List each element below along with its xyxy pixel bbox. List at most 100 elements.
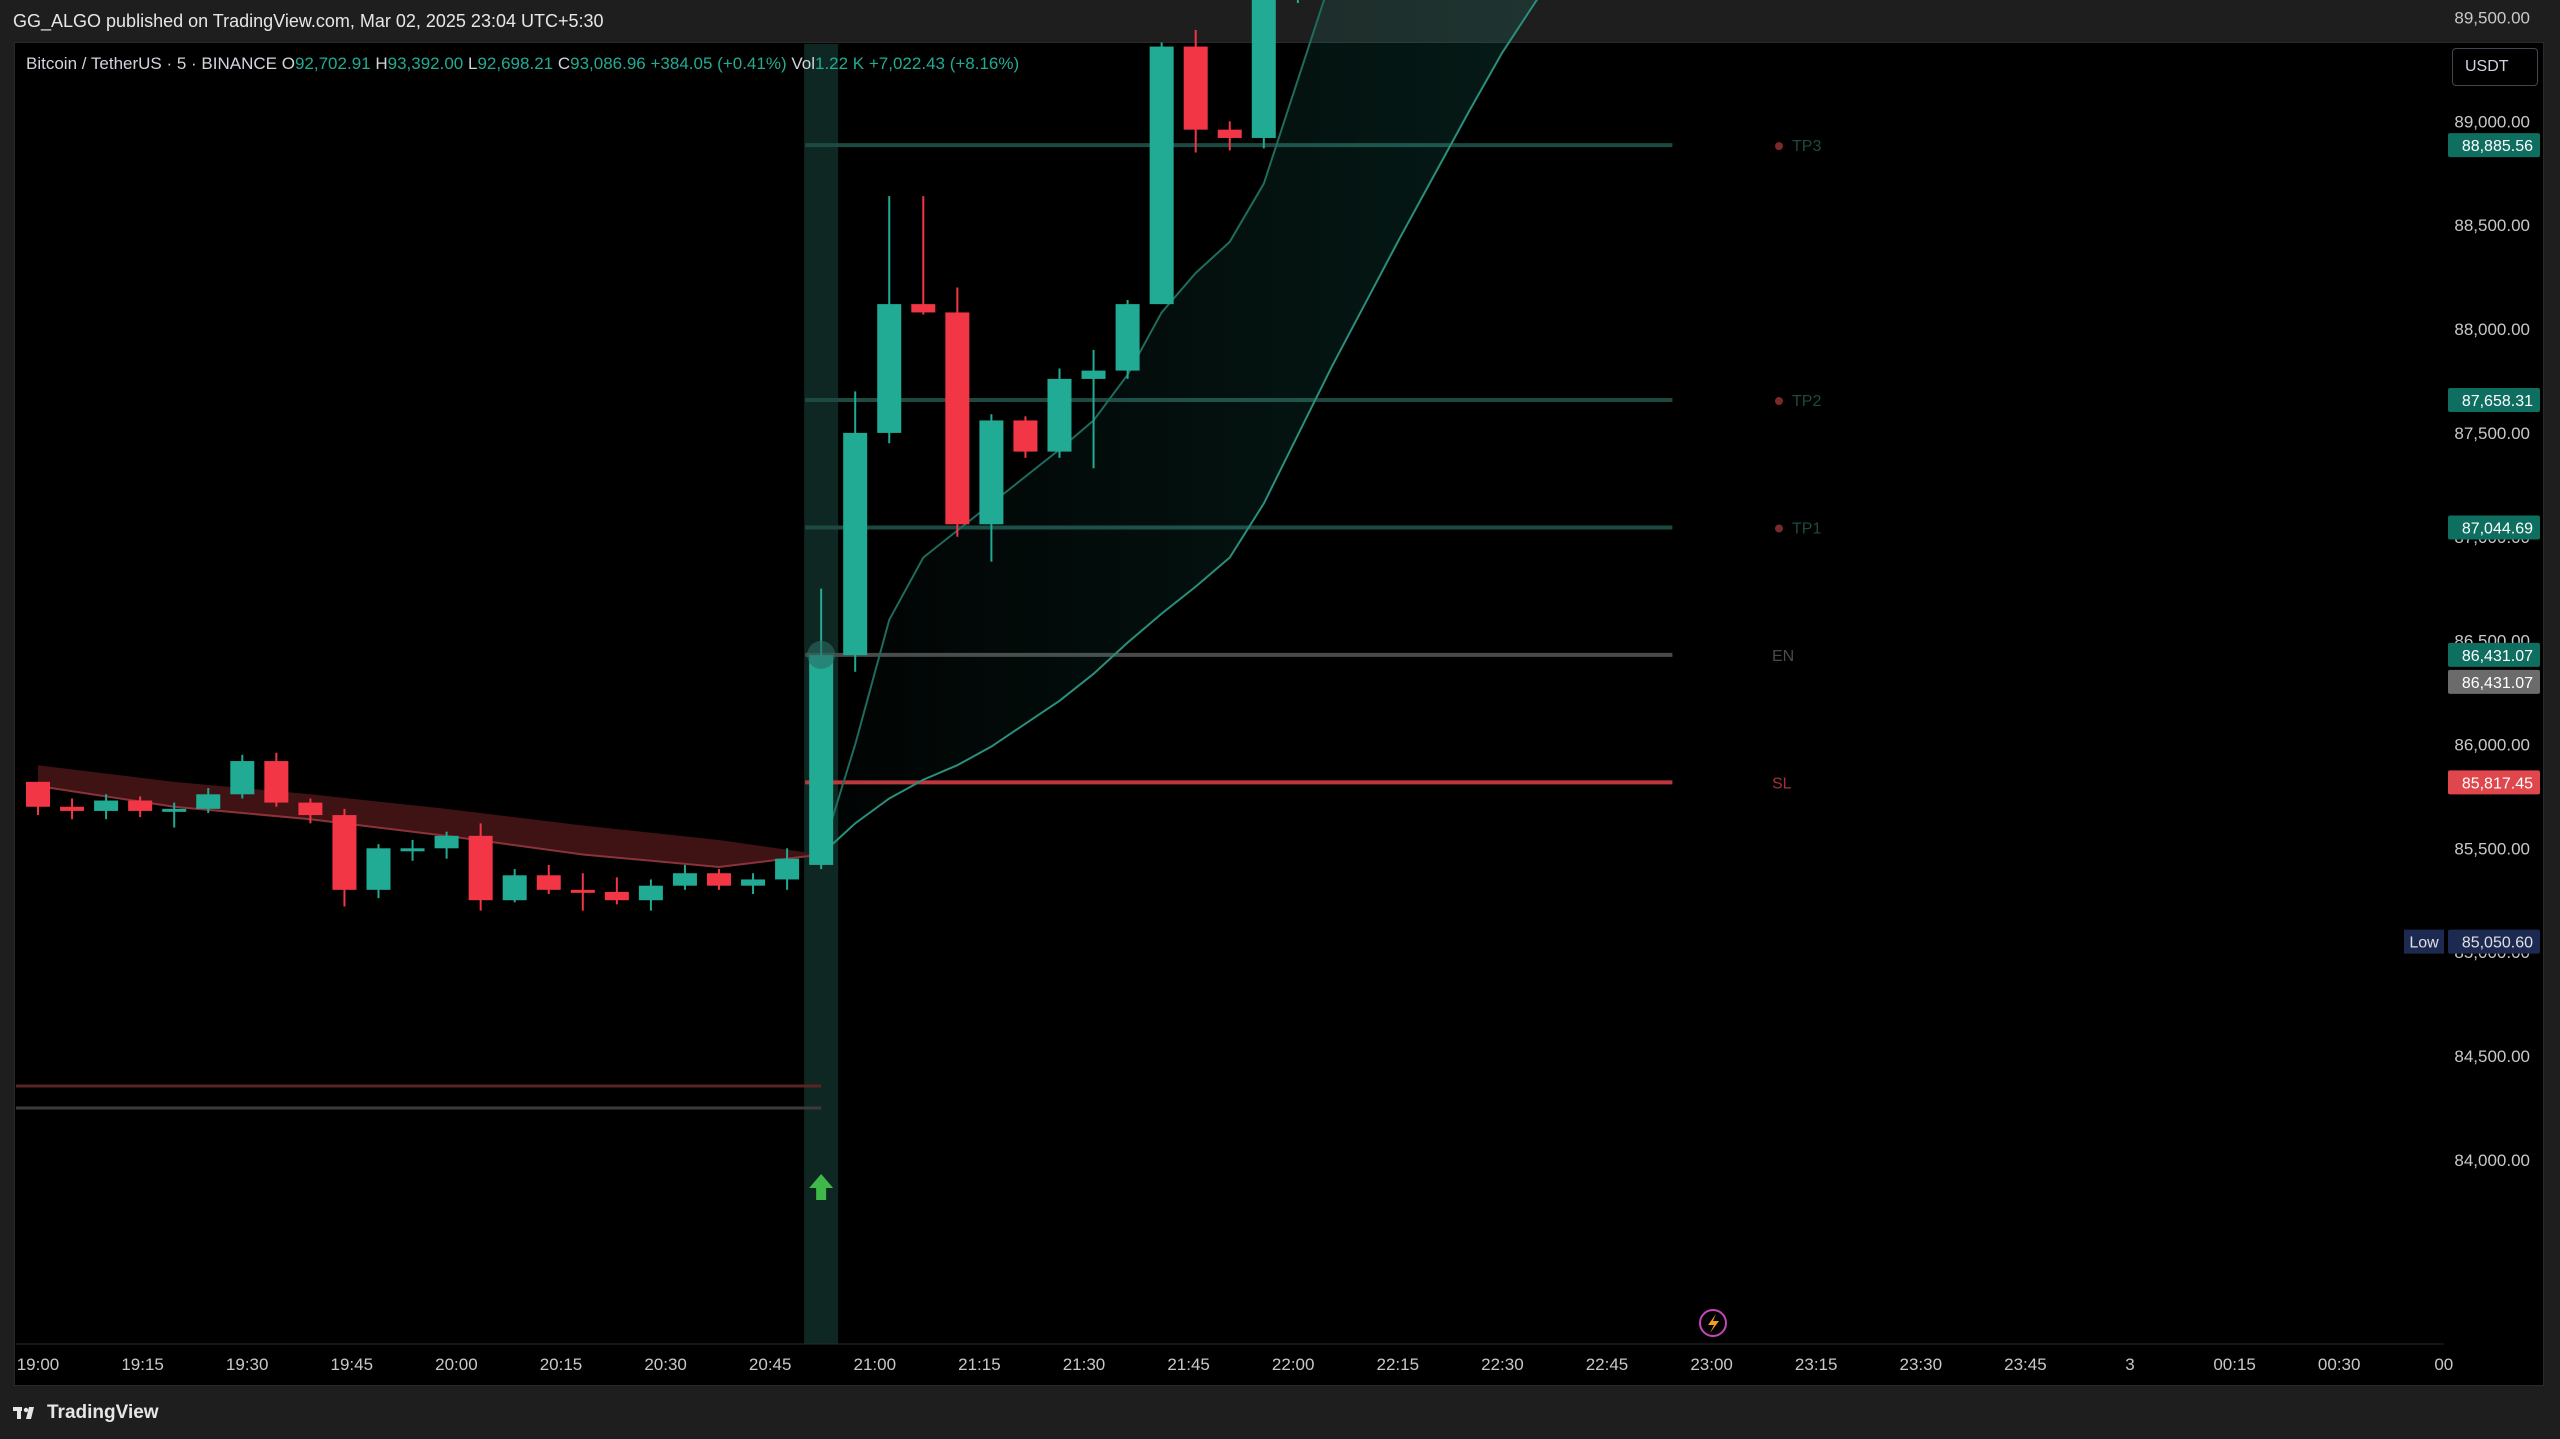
brand-name: TradingView	[47, 1402, 159, 1423]
tradingview-logo[interactable]: TradingView	[13, 1402, 159, 1424]
open-value: 92,702.91	[294, 54, 371, 73]
entry-point-marker	[807, 640, 836, 669]
candle-body	[1115, 304, 1140, 371]
level-tag-tp3: 88,885.56	[2462, 138, 2533, 155]
candle-body	[94, 800, 119, 811]
level-marker-icon	[1775, 142, 1783, 151]
candle-body	[809, 655, 834, 865]
time-axis-label: 23:30	[1900, 1355, 1943, 1374]
time-axis-label: 23:45	[2004, 1355, 2047, 1374]
candle-body	[298, 802, 323, 816]
candle-body	[1217, 129, 1242, 138]
time-axis-label: 20:30	[644, 1355, 687, 1374]
close-label: C	[557, 54, 571, 73]
bearish-ribbon	[38, 765, 822, 867]
time-axis-label: 23:00	[1690, 1355, 1733, 1374]
candle-body	[604, 891, 629, 901]
candle-body	[230, 761, 255, 795]
level-label-tp2: TP2	[1792, 393, 1821, 410]
currency-selector[interactable]: USDT	[2452, 48, 2538, 86]
candle-body	[945, 312, 970, 525]
level-marker-icon	[1775, 397, 1783, 406]
close-value: 93,086.96	[570, 54, 646, 73]
time-axis-label: 20:00	[435, 1355, 478, 1374]
ohlc-legend: Bitcoin / TetherUS · 5 · BINANCE O92,702…	[26, 54, 1019, 74]
candle-body	[843, 432, 868, 656]
candle-body	[26, 781, 50, 807]
time-axis-label: 22:00	[1272, 1355, 1315, 1374]
candle-body	[196, 794, 221, 809]
candle-body	[672, 873, 697, 886]
time-axis-label: 20:15	[540, 1355, 583, 1374]
level-tag-en: 86,431.07	[2462, 648, 2533, 665]
price-axis-label: 84,500.00	[2454, 1047, 2530, 1066]
volume-change: +7,022.43 (+8.16%)	[868, 54, 1020, 73]
time-axis-label: 00:15	[2213, 1355, 2256, 1374]
candle-body	[1183, 46, 1208, 130]
candle-body	[707, 873, 731, 886]
price-axis-label: 85,500.00	[2454, 839, 2530, 858]
low-label: Low	[2409, 935, 2439, 952]
time-axis-label: 20:45	[749, 1355, 792, 1374]
candle-body	[536, 875, 561, 890]
candlestick-chart[interactable]: TP5TP4TP3TP2TP1ENSL19:0019:1519:3019:452…	[0, 0, 2560, 1439]
time-axis-label: 19:45	[331, 1355, 374, 1374]
time-axis-label: 19:15	[121, 1355, 164, 1374]
candle-body	[400, 848, 425, 852]
candle-body	[911, 304, 936, 313]
volume-label: Vol	[791, 54, 815, 73]
volume-value: 1.22 K	[814, 54, 865, 73]
price-axis-label: 89,000.00	[2454, 112, 2530, 131]
candle-body	[638, 885, 663, 901]
candle-body	[1047, 378, 1072, 452]
time-axis-label: 19:00	[17, 1355, 60, 1374]
candle-body	[264, 761, 289, 803]
candle-body	[1081, 370, 1106, 379]
price-axis-label: 88,000.00	[2454, 320, 2530, 339]
candle-body	[162, 808, 187, 812]
entry-grey-tag: 86,431.07	[2462, 675, 2533, 692]
price-axis-label: 89,500.00	[2454, 9, 2530, 28]
symbol-name[interactable]: Bitcoin / TetherUS · 5 · BINANCE	[26, 54, 277, 73]
open-label: O	[281, 54, 295, 73]
level-label-tp1: TP1	[1792, 520, 1821, 537]
candle-body	[468, 835, 493, 901]
lightning-bolt-icon	[1708, 1314, 1719, 1333]
time-axis-label: 22:30	[1481, 1355, 1524, 1374]
time-axis-label: 22:45	[1586, 1355, 1629, 1374]
candle-body	[366, 848, 391, 890]
price-axis-label: 87,500.00	[2454, 424, 2530, 443]
level-tag-tp1: 87,044.69	[2462, 520, 2533, 537]
footer-bar: TradingView	[0, 1386, 2560, 1439]
high-value: 93,392.00	[387, 54, 464, 73]
low-value: 92,698.21	[477, 54, 554, 73]
low-price-tag: 85,050.60	[2462, 935, 2533, 952]
level-label-en: EN	[1772, 648, 1794, 665]
price-axis-label: 84,000.00	[2454, 1151, 2530, 1170]
time-axis-label: 23:15	[1795, 1355, 1838, 1374]
time-axis-label: 00:30	[2318, 1355, 2361, 1374]
price-change: +384.05 (+0.41%)	[650, 54, 787, 73]
time-axis-label: 19:30	[226, 1355, 269, 1374]
level-marker-icon	[1775, 524, 1783, 533]
candle-body	[1251, 0, 1276, 138]
level-tag-sl: 85,817.45	[2462, 775, 2533, 792]
time-axis-label: 00	[2434, 1355, 2453, 1374]
candle-body	[332, 815, 357, 890]
level-label-tp3: TP3	[1792, 138, 1821, 155]
candle-body	[60, 806, 85, 811]
level-tag-tp2: 87,658.31	[2462, 393, 2533, 410]
candle-body	[877, 304, 902, 433]
tradingview-logo-icon	[13, 1407, 34, 1419]
level-label-sl: SL	[1772, 775, 1792, 792]
time-axis-label: 3	[2125, 1355, 2134, 1374]
time-axis-label: 21:00	[854, 1355, 897, 1374]
candle-body	[128, 800, 153, 811]
candle-body	[1013, 420, 1038, 452]
candle-body	[570, 889, 595, 893]
candle-body	[979, 420, 1004, 525]
price-axis-label: 86,000.00	[2454, 735, 2530, 754]
time-axis-label: 21:15	[958, 1355, 1001, 1374]
candle-body	[741, 879, 766, 886]
price-axis-label: 88,500.00	[2454, 216, 2530, 235]
